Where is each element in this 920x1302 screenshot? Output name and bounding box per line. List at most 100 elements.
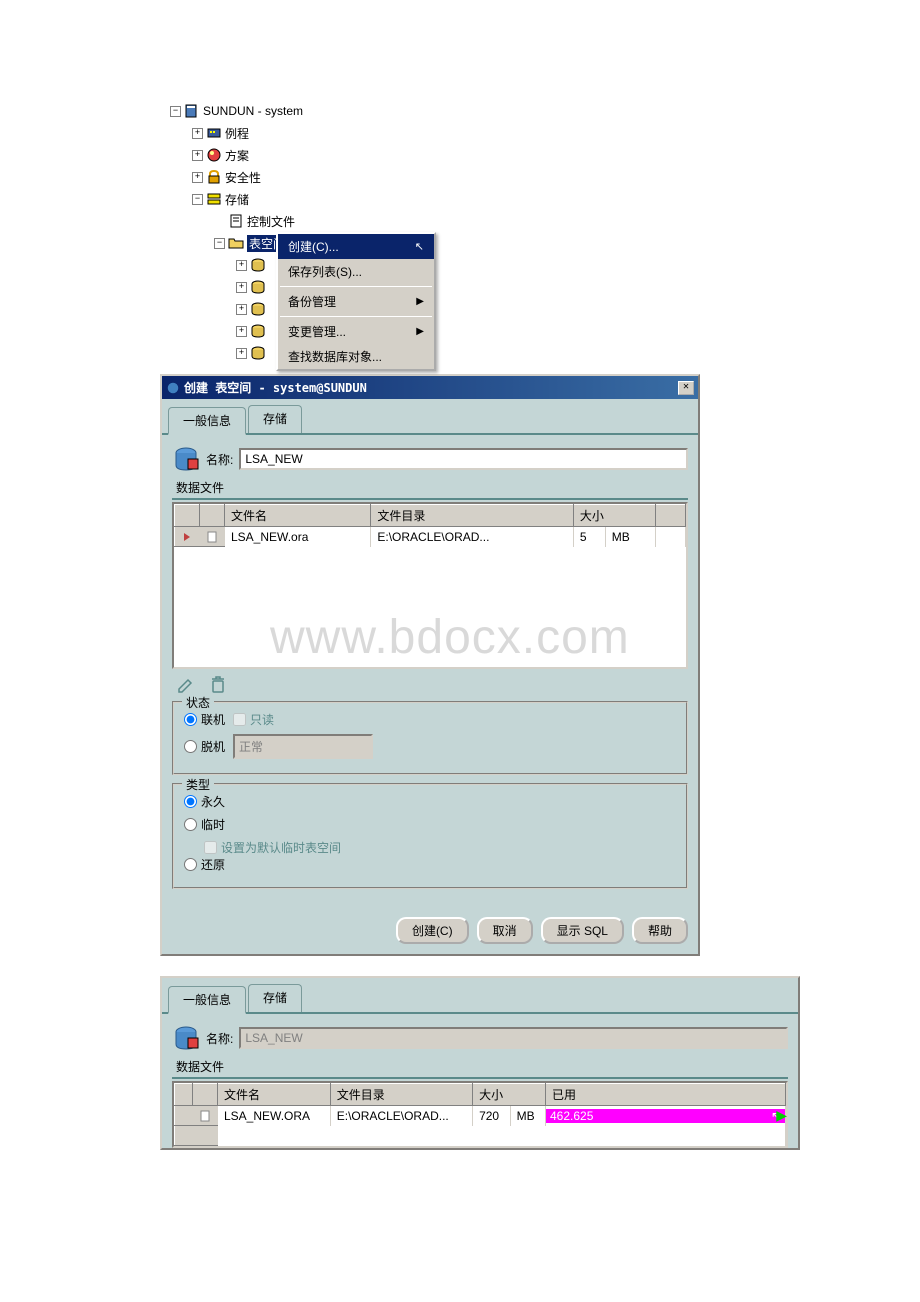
tree-toggle-icon[interactable]: + <box>192 172 203 183</box>
tree-toggle-icon[interactable]: + <box>236 304 247 315</box>
tree-toggle-icon[interactable]: + <box>192 150 203 161</box>
cell-unit[interactable]: MB <box>510 1106 545 1126</box>
bottom-panel: 一般信息 存储 名称: 数据文件 文件名 文件目录 大小 已用 <box>160 976 800 1150</box>
tree-label: 例程 <box>225 125 249 142</box>
tree-node-tablespace[interactable]: − 表空间 创建(C)... ↖ 保存列表(S)... 备份管理 ▶ 变更管理.… <box>160 232 760 254</box>
col-filedir[interactable]: 文件目录 <box>371 505 574 527</box>
name-row: 名称: <box>172 445 688 473</box>
name-label: 名称: <box>206 451 233 468</box>
storage-icon <box>206 191 222 207</box>
cell-filename[interactable]: LSA_NEW.ORA <box>218 1106 331 1126</box>
status-title: 状态 <box>182 694 214 711</box>
col-filename[interactable]: 文件名 <box>218 1084 331 1106</box>
tab-storage[interactable]: 存储 <box>248 984 302 1012</box>
tree-node-schema[interactable]: + 方案 <box>160 144 760 166</box>
tree-node-child[interactable]: + <box>160 342 760 364</box>
col-size[interactable]: 大小 <box>473 1084 546 1106</box>
menu-label: 变更管理... <box>288 323 346 340</box>
tablespace-item-icon <box>250 279 266 295</box>
col-size[interactable]: 大小 <box>573 505 655 527</box>
table-corner <box>200 505 225 527</box>
radio-permanent[interactable]: 永久 <box>184 793 225 810</box>
show-sql-button[interactable]: 显示 SQL <box>541 917 624 944</box>
table-row[interactable]: LSA_NEW.ORA E:\ORACLE\ORAD... 720 MB 462… <box>175 1106 786 1126</box>
radio-temporary[interactable]: 临时 <box>184 816 225 833</box>
folder-icon <box>228 235 244 251</box>
tree-node-root[interactable]: − SUNDUN - system <box>160 100 760 122</box>
close-button[interactable]: ✕ <box>678 381 694 395</box>
datafiles-table: 文件名 文件目录 大小 已用 LSA_NEW.ORA E:\ORACLE\ORA… <box>172 1081 788 1148</box>
tree-node-child[interactable]: + <box>160 320 760 342</box>
create-tablespace-dialog: 创建 表空间 - system@SUNDUN ✕ 一般信息 存储 名称: 数据文… <box>160 374 700 956</box>
tabs: 一般信息 存储 <box>162 978 798 1014</box>
tree-view: − SUNDUN - system + 例程 + 方案 + 安全性 − 存储 <box>160 100 760 364</box>
cancel-button[interactable]: 取消 <box>477 917 533 944</box>
tab-general[interactable]: 一般信息 <box>168 407 246 435</box>
tree-toggle-icon[interactable]: − <box>170 106 181 117</box>
radio-offline[interactable]: 脱机 <box>184 738 225 755</box>
table-row[interactable]: LSA_NEW.ora E:\ORACLE\ORAD... 5 MB <box>175 527 686 547</box>
tablespace-item-icon <box>250 257 266 273</box>
datafiles-table: 文件名 文件目录 大小 LSA_NEW.ora E:\ORACLE\ORAD..… <box>172 502 688 669</box>
radio-online[interactable]: 联机 <box>184 711 225 728</box>
row-marker-icon <box>175 527 200 547</box>
tree-toggle-icon[interactable]: − <box>214 238 225 249</box>
cell-filedir[interactable]: E:\ORACLE\ORAD... <box>330 1106 472 1126</box>
tree-node-child[interactable]: + <box>160 298 760 320</box>
title-bar: 创建 表空间 - system@SUNDUN ✕ <box>162 376 698 399</box>
tree-node-child[interactable]: + <box>160 276 760 298</box>
table-corner <box>193 1084 218 1106</box>
tree-node-instance[interactable]: + 例程 <box>160 122 760 144</box>
app-icon <box>166 381 180 395</box>
create-button[interactable]: 创建(C) <box>396 917 469 944</box>
help-button[interactable]: 帮助 <box>632 917 688 944</box>
tree-toggle-icon[interactable]: − <box>192 194 203 205</box>
tree-node-control-files[interactable]: 控制文件 <box>160 210 760 232</box>
cell-filename[interactable]: LSA_NEW.ora <box>225 527 371 547</box>
menu-separator <box>280 316 432 317</box>
tablespace-item-icon <box>250 345 266 361</box>
radio-undo[interactable]: 还原 <box>184 856 225 873</box>
cursor-icon: ↖ <box>771 1109 781 1123</box>
menu-item-change[interactable]: 变更管理... ▶ <box>278 319 434 344</box>
edit-icon[interactable] <box>176 675 196 695</box>
cell-size[interactable]: 720 <box>473 1106 511 1126</box>
col-filename[interactable]: 文件名 <box>225 505 371 527</box>
cell-unit[interactable]: MB <box>605 527 655 547</box>
col-used[interactable]: 已用 <box>546 1084 786 1106</box>
dialog-buttons: 创建(C) 取消 显示 SQL 帮助 <box>162 907 698 954</box>
context-menu: 创建(C)... ↖ 保存列表(S)... 备份管理 ▶ 变更管理... ▶ 查… <box>276 232 436 371</box>
menu-item-save-list[interactable]: 保存列表(S)... <box>278 259 434 284</box>
tree-label: 安全性 <box>225 169 261 186</box>
tree-toggle-icon[interactable]: + <box>236 282 247 293</box>
tree-node-security[interactable]: + 安全性 <box>160 166 760 188</box>
tree-toggle-icon[interactable]: + <box>236 326 247 337</box>
tree-label: 控制文件 <box>247 213 295 230</box>
menu-item-create[interactable]: 创建(C)... ↖ <box>278 234 434 259</box>
menu-separator <box>280 286 432 287</box>
name-input[interactable] <box>239 448 688 470</box>
tree-toggle-icon[interactable]: + <box>192 128 203 139</box>
tree-node-storage[interactable]: − 存储 <box>160 188 760 210</box>
menu-item-find[interactable]: 查找数据库对象... <box>278 344 434 369</box>
cell-filedir[interactable]: E:\ORACLE\ORAD... <box>371 527 574 547</box>
delete-icon[interactable] <box>208 675 228 695</box>
name-input-readonly <box>239 1027 788 1049</box>
window-title: 创建 表空间 - system@SUNDUN <box>184 379 367 396</box>
table-corner <box>175 1084 193 1106</box>
tabs: 一般信息 存储 <box>162 399 698 435</box>
menu-item-backup[interactable]: 备份管理 ▶ <box>278 289 434 314</box>
name-row: 名称: <box>172 1024 788 1052</box>
tab-storage[interactable]: 存储 <box>248 405 302 433</box>
used-value: 462.625 <box>550 1109 593 1123</box>
col-filedir[interactable]: 文件目录 <box>330 1084 472 1106</box>
file-icon <box>193 1106 218 1126</box>
instance-icon <box>206 125 222 141</box>
menu-label: 保存列表(S)... <box>288 263 362 280</box>
tree-toggle-icon[interactable]: + <box>236 260 247 271</box>
submenu-arrow-icon: ▶ <box>416 326 424 337</box>
tree-node-child[interactable]: + <box>160 254 760 276</box>
tree-toggle-icon[interactable]: + <box>236 348 247 359</box>
cell-size[interactable]: 5 <box>573 527 605 547</box>
tab-general[interactable]: 一般信息 <box>168 986 246 1014</box>
